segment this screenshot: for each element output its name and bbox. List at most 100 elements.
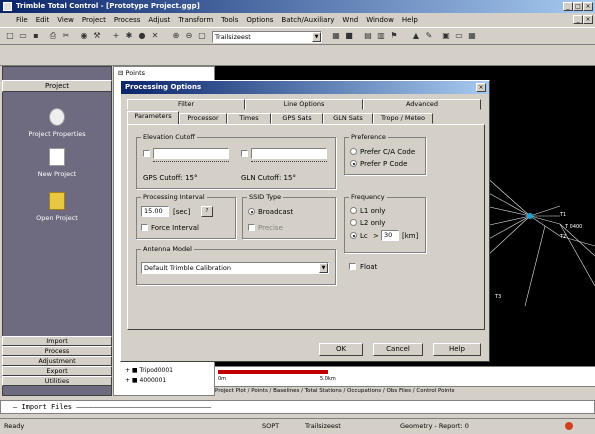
ok-button[interactable]: OK [319, 343, 363, 356]
command-line[interactable]: — Import Files —————————————————————————… [0, 400, 595, 414]
menu-bar: File Edit View Project Process Adjust Tr… [0, 13, 595, 26]
float-checkbox[interactable] [349, 263, 356, 270]
adjustment-button[interactable]: Adjustment [2, 356, 112, 366]
print-icon[interactable]: ⎙ [47, 30, 59, 42]
tree-item[interactable]: + ■ Tripod0001 [125, 367, 173, 374]
l2-only-label: L2 only [360, 219, 386, 227]
menu-tools[interactable]: Tools [221, 16, 238, 24]
plus-icon[interactable]: + [110, 30, 122, 42]
style-combo[interactable]: Trailsizeest ▼ [212, 31, 322, 43]
pen-icon[interactable]: ✎ [423, 30, 435, 42]
menu-adjust[interactable]: Adjust [148, 16, 170, 24]
arrow-up-icon[interactable]: ▲ [410, 30, 422, 42]
menu-edit[interactable]: Edit [36, 16, 50, 24]
cut-icon[interactable]: ✂ [60, 30, 72, 42]
minimize-button[interactable]: _ [563, 2, 573, 11]
tab-line-options[interactable]: Line Options [245, 99, 363, 110]
menu-wnd[interactable]: Wnd [342, 16, 358, 24]
monitor-icon[interactable]: ▣ [440, 30, 452, 42]
scale-right-label: 5.0km [320, 376, 336, 382]
window-icon[interactable]: ▭ [453, 30, 465, 42]
force-interval-checkbox[interactable] [141, 224, 148, 231]
prefer-ca-radio[interactable] [350, 148, 357, 155]
antenna-model-select[interactable]: Default Trimble Calibration ▼ [141, 262, 329, 274]
nav-open-project[interactable]: Open Project [2, 192, 112, 222]
app-icon [3, 2, 12, 11]
view-tabs[interactable]: Project Plot / Points / Baselines / Tota… [215, 386, 595, 396]
gln-cutoff-checkbox[interactable] [241, 150, 248, 157]
tree-root[interactable]: ⊟ Points [118, 69, 145, 77]
import-button[interactable]: Import [2, 336, 112, 346]
gps-cutoff-slider[interactable] [153, 148, 229, 159]
save-icon[interactable]: ▪ [30, 30, 42, 42]
tab-advanced[interactable]: Advanced [363, 99, 481, 110]
star-icon[interactable]: ✱ [123, 30, 135, 42]
chart-icon[interactable]: ▥ [375, 30, 387, 42]
l2-only-radio[interactable] [350, 219, 357, 226]
tools-icon[interactable]: ⚒ [91, 30, 103, 42]
export-button[interactable]: Export [2, 366, 112, 376]
flag-icon[interactable]: ⚑ [388, 30, 400, 42]
menu-process[interactable]: Process [114, 16, 141, 24]
doc-minimize-button[interactable]: _ [573, 15, 583, 24]
tile-icon[interactable]: ▦ [466, 30, 478, 42]
broadcast-radio[interactable] [248, 208, 255, 215]
new-icon[interactable]: □ [4, 30, 16, 42]
group-label: Processing Interval [141, 193, 207, 201]
nav-new-project[interactable]: New Project [2, 148, 112, 178]
zoom-in-icon[interactable]: ⊕ [170, 30, 182, 42]
layers-icon[interactable]: ■ [343, 30, 355, 42]
elevation-cutoff-group: Elevation Cutoff GPS Cutoff: 15° GLN Cut… [136, 133, 336, 189]
group-label: Elevation Cutoff [141, 133, 197, 141]
menu-options[interactable]: Options [246, 16, 273, 24]
stop-icon[interactable]: ● [136, 30, 148, 42]
precise-checkbox[interactable] [248, 224, 255, 231]
tab-processor[interactable]: Processor [179, 113, 227, 124]
close-button[interactable]: × [583, 2, 593, 11]
snap-icon[interactable]: ✕ [149, 30, 161, 42]
lc-distance-input[interactable]: 30 [381, 230, 399, 241]
tree-item[interactable]: + ■ 4000001 [125, 377, 166, 384]
network-node[interactable] [527, 213, 533, 219]
zoom-extents-icon[interactable]: ▢ [196, 30, 208, 42]
group-label: Preference [349, 133, 388, 141]
tab-parameters[interactable]: Parameters [127, 111, 179, 124]
cancel-button[interactable]: Cancel [373, 343, 423, 356]
menu-project[interactable]: Project [82, 16, 106, 24]
new-project-icon [49, 148, 65, 166]
zoom-out-icon[interactable]: ⊖ [183, 30, 195, 42]
broadcast-label: Broadcast [258, 208, 294, 216]
panel-header[interactable]: Project [2, 80, 112, 92]
open-icon[interactable]: ▭ [17, 30, 29, 42]
gps-cutoff-checkbox[interactable] [143, 150, 150, 157]
grid-icon[interactable]: ▦ [330, 30, 342, 42]
scale-bar [218, 370, 328, 374]
nav-project-properties[interactable]: Project Properties [2, 108, 112, 138]
menu-view[interactable]: View [57, 16, 74, 24]
tab-gln-sats[interactable]: GLN Sats [323, 113, 373, 124]
interval-spin-button[interactable]: ? [201, 206, 213, 217]
menu-file[interactable]: File [16, 16, 28, 24]
lc-radio[interactable] [350, 232, 357, 239]
dialog-close-button[interactable]: × [476, 83, 486, 92]
prefer-p-radio[interactable] [350, 160, 357, 167]
process-button[interactable]: Process [2, 346, 112, 356]
table-icon[interactable]: ▤ [362, 30, 374, 42]
interval-input[interactable]: 15.00 [141, 206, 169, 217]
menu-window[interactable]: Window [366, 16, 394, 24]
utilities-button[interactable]: Utilities [2, 376, 112, 386]
maximize-button[interactable]: □ [573, 2, 583, 11]
l1-only-radio[interactable] [350, 207, 357, 214]
menu-transform[interactable]: Transform [178, 16, 213, 24]
tab-tropo-meteo[interactable]: Tropo / Meteo [373, 113, 433, 124]
process-icon[interactable]: ◉ [78, 30, 90, 42]
doc-close-button[interactable]: × [583, 15, 593, 24]
help-button[interactable]: Help [433, 343, 481, 356]
tab-gps-sats[interactable]: GPS Sats [271, 113, 323, 124]
menu-batch[interactable]: Batch/Auxiliary [281, 16, 334, 24]
tab-times[interactable]: Times [227, 113, 271, 124]
gln-cutoff-slider[interactable] [251, 148, 327, 159]
menu-help[interactable]: Help [402, 16, 418, 24]
prefer-p-label: Prefer P Code [360, 160, 408, 168]
tab-filter[interactable]: Filter [127, 99, 245, 110]
